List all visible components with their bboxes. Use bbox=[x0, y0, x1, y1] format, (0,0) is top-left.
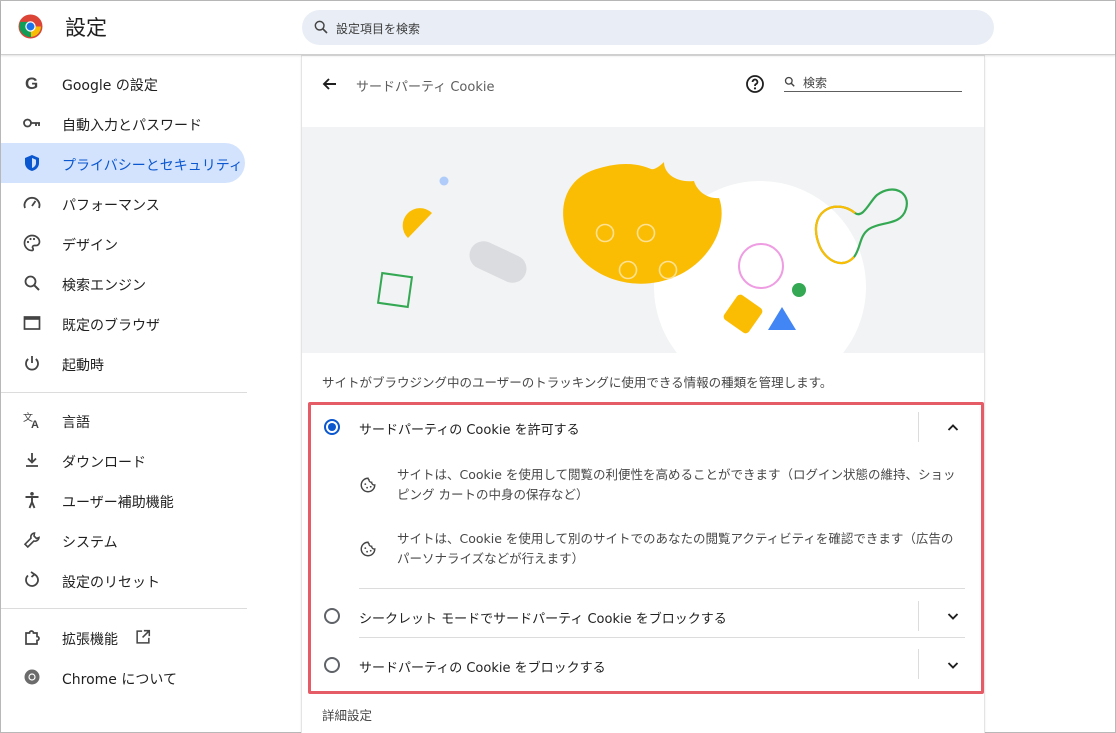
sidebar-item-accessibility[interactable]: ユーザー補助機能 bbox=[1, 480, 245, 520]
option-separator bbox=[918, 412, 919, 442]
download-icon bbox=[26, 453, 38, 467]
sidebar-item-label: 拡張機能 bbox=[62, 632, 118, 648]
sidebar-divider bbox=[1, 392, 247, 393]
sidebar-item-autofill[interactable]: 自動入力とパスワード bbox=[1, 103, 245, 143]
reset-icon bbox=[25, 571, 39, 587]
option-separator bbox=[918, 601, 919, 631]
sidebar-item-label: Chrome について bbox=[62, 672, 177, 688]
search-icon bbox=[784, 76, 795, 87]
option-allow-label: サードパーティの Cookie を許可する bbox=[359, 423, 580, 438]
cookie-icon bbox=[360, 541, 376, 557]
chevron-up-icon[interactable] bbox=[945, 420, 961, 436]
help-icon[interactable] bbox=[745, 74, 765, 94]
option-detail-text: サイトは、Cookie を使用して別のサイトでのあなたの閲覧アクティビティを確認… bbox=[397, 531, 954, 566]
sidebar-item-label: 設定のリセット bbox=[62, 575, 160, 591]
radio-block-third-party-cookies[interactable] bbox=[324, 657, 340, 673]
sidebar-item-label: プライバシーとセキュリティ bbox=[62, 158, 243, 174]
sidebar-item-label: Google の設定 bbox=[62, 78, 158, 94]
browser-window-icon bbox=[23, 316, 41, 330]
search-placeholder: 設定項目を検索 bbox=[336, 22, 421, 36]
option-detail-text: サイトは、Cookie を使用して閲覧の利便性を高めることができます（ログイン状… bbox=[397, 467, 956, 502]
sidebar-item-label: システム bbox=[62, 535, 118, 551]
sidebar-item-label: 自動入力とパスワード bbox=[62, 118, 202, 134]
top-bar: 設定 設定項目を検索 bbox=[1, 1, 1115, 55]
page-search-input[interactable]: 検索 bbox=[784, 72, 962, 92]
sidebar-item-on-startup[interactable]: 起動時 bbox=[1, 343, 245, 383]
cookie-icon bbox=[360, 477, 376, 493]
chevron-down-icon[interactable] bbox=[945, 608, 961, 624]
search-icon bbox=[314, 20, 328, 34]
google-g-icon: G bbox=[25, 74, 38, 93]
sidebar-item-privacy[interactable]: プライバシーとセキュリティ bbox=[1, 143, 245, 183]
chrome-logo bbox=[18, 14, 43, 39]
sidebar-item-label: 既定のブラウザ bbox=[62, 318, 160, 334]
sidebar-item-system[interactable]: システム bbox=[1, 520, 245, 560]
back-arrow-icon[interactable] bbox=[320, 74, 340, 94]
sidebar-item-languages[interactable]: 文A 言語 bbox=[1, 400, 245, 440]
option-block-incognito-label: シークレット モードでサードパーティ Cookie をブロックする bbox=[359, 612, 727, 627]
option-divider bbox=[359, 588, 965, 589]
chrome-icon bbox=[24, 669, 40, 685]
option-divider bbox=[359, 637, 965, 638]
page-description: サイトがブラウジング中のユーザーのトラッキングに使用できる情報の種類を管理します… bbox=[322, 375, 833, 390]
external-link-icon bbox=[136, 629, 151, 644]
app-title: 設定 bbox=[65, 16, 107, 40]
settings-search-bar[interactable]: 設定項目を検索 bbox=[302, 10, 994, 45]
sidebar-item-label: 起動時 bbox=[62, 358, 104, 374]
radio-block-incognito[interactable] bbox=[324, 608, 340, 624]
cookie-illustration bbox=[302, 127, 984, 353]
palette-icon bbox=[23, 234, 41, 252]
speedometer-icon bbox=[23, 196, 41, 209]
cookies-settings-card: サードパーティ Cookie 検索 サイトがブラウジング中のユーザーのトラッキン… bbox=[302, 56, 984, 733]
option-block-label: サードパーティの Cookie をブロックする bbox=[359, 661, 606, 676]
radio-allow-third-party-cookies[interactable] bbox=[324, 419, 340, 435]
sidebar-divider bbox=[1, 608, 247, 609]
svg-text:A: A bbox=[31, 419, 39, 430]
sidebar-item-label: デザイン bbox=[62, 238, 118, 254]
sidebar-item-appearance[interactable]: デザイン bbox=[1, 223, 245, 263]
sidebar-item-performance[interactable]: パフォーマンス bbox=[1, 183, 245, 223]
sidebar: G Google の設定 自動入力とパスワード プライバシーとセキュリティ パフ… bbox=[1, 56, 261, 732]
sidebar-item-label: 検索エンジン bbox=[62, 278, 146, 294]
sidebar-item-search-engine[interactable]: 検索エンジン bbox=[1, 263, 245, 303]
shield-icon bbox=[25, 155, 39, 171]
sidebar-item-about-chrome[interactable]: Chrome について bbox=[1, 657, 245, 697]
cookie-options-group: サードパーティの Cookie を許可する サイトは、Cookie を使用して閲… bbox=[308, 402, 984, 694]
key-icon bbox=[23, 118, 40, 128]
option-separator bbox=[918, 649, 919, 679]
sidebar-item-label: パフォーマンス bbox=[62, 198, 160, 214]
sidebar-item-extensions[interactable]: 拡張機能 bbox=[1, 617, 201, 657]
chevron-down-icon[interactable] bbox=[945, 657, 961, 673]
wrench-icon bbox=[23, 532, 40, 549]
sidebar-item-downloads[interactable]: ダウンロード bbox=[1, 440, 245, 480]
sidebar-item-label: ダウンロード bbox=[62, 455, 146, 471]
advanced-settings-heading: 詳細設定 bbox=[322, 708, 373, 723]
sidebar-item-default-browser[interactable]: 既定のブラウザ bbox=[1, 303, 245, 343]
search-placeholder: 検索 bbox=[803, 76, 828, 90]
puzzle-icon bbox=[25, 630, 40, 645]
translate-icon: 文A bbox=[23, 411, 39, 430]
sidebar-item-reset[interactable]: 設定のリセット bbox=[1, 560, 245, 600]
search-icon bbox=[24, 275, 40, 291]
sidebar-item-label: 言語 bbox=[62, 415, 90, 431]
sidebar-item-google[interactable]: G Google の設定 bbox=[1, 63, 245, 103]
sidebar-item-label: ユーザー補助機能 bbox=[62, 495, 174, 511]
accessibility-icon bbox=[25, 492, 39, 509]
page-title: サードパーティ Cookie bbox=[356, 80, 495, 95]
power-icon bbox=[25, 356, 39, 371]
svg-text:G: G bbox=[25, 74, 38, 93]
